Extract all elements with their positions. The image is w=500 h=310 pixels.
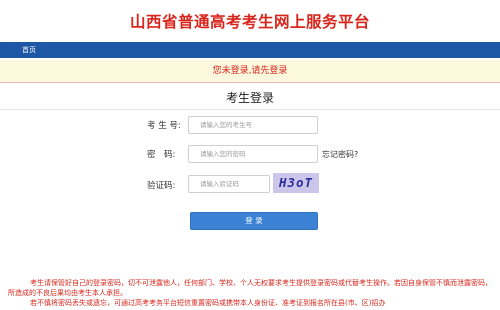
captcha-label: 验证码: <box>147 181 176 191</box>
form-divider <box>0 109 500 110</box>
captcha-image[interactable]: H3oT <box>273 173 319 193</box>
login-button[interactable]: 登 录 <box>190 212 318 230</box>
security-notice: 考生请保管好自己的登录密码，切不可泄露他人，任何部门、学校、个人无权要求考生提供… <box>8 278 494 308</box>
candidate-number-label: 考 生 号: <box>147 121 181 131</box>
captcha-input[interactable]: 请输入验证码 <box>188 175 270 193</box>
password-label: 密 码: <box>147 150 176 160</box>
nav-home-link[interactable]: 首页 <box>22 42 36 58</box>
top-navbar: 首页 <box>0 42 500 58</box>
login-required-notice: 您未登录,请先登录 <box>0 60 500 83</box>
security-notice-line-2: 若不慎将密码丢失或遗忘，可通过高考考务平台短信重置密码或携带本人身份证、准考证到… <box>30 299 386 307</box>
site-title: 山西省普通高考考生网上服务平台 <box>129 13 370 31</box>
password-input[interactable]: 请输入您的密码 <box>188 145 318 163</box>
security-notice-line-1: 考生请保管好自己的登录密码，切不可泄露他人，任何部门、学校、个人无权要求考生提供… <box>8 279 492 297</box>
login-form-title: 考生登录 <box>225 91 274 105</box>
forgot-password-link[interactable]: 忘记密码? <box>322 149 358 161</box>
candidate-number-input[interactable]: 请输入您的考生号 <box>188 116 318 134</box>
